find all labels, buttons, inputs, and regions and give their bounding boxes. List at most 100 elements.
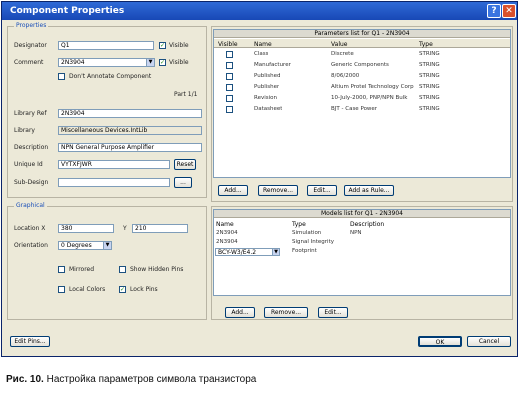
designator-field[interactable]: Q1 (58, 41, 154, 50)
reset-button[interactable]: Reset (174, 159, 196, 170)
library-field: Miscellaneous Devices.IntLib (58, 126, 202, 135)
model-name: 2N3904 (216, 239, 238, 245)
description-field[interactable]: NPN General Purpose Amplifier (58, 143, 202, 152)
param-value: 10-July-2000, PNP/NPN Bulk (331, 95, 408, 101)
parameters-list: Parameters list for Q1 - 2N3904 Visible … (213, 29, 511, 178)
column-header-type[interactable]: Type (292, 221, 306, 228)
param-name: Class (254, 51, 269, 57)
param-value: Generic Components (331, 62, 389, 68)
footprint-chevron-down-icon[interactable]: ▼ (272, 248, 280, 256)
library-ref-label: Library Ref (14, 110, 47, 117)
chevron-down-icon[interactable]: ▼ (146, 58, 155, 67)
orientation-chevron-down-icon[interactable]: ▼ (103, 241, 112, 250)
column-header-type[interactable]: Type (419, 41, 433, 48)
subdesign-label: Sub-Design (14, 179, 49, 186)
figure-caption: Рис. 10. Настройка параметров символа тр… (6, 374, 256, 385)
designator-visible-label: Visible (169, 42, 189, 49)
param-type: STRING (419, 62, 440, 68)
column-header-name[interactable]: Name (216, 221, 234, 228)
close-icon[interactable]: ✕ (502, 4, 516, 18)
comment-field[interactable]: 2N3904 (58, 58, 154, 67)
param-type: STRING (419, 73, 440, 79)
window-title: Component Properties (10, 6, 125, 16)
unique-id-label: Unique Id (14, 161, 43, 168)
library-label: Library (14, 127, 35, 134)
param-visible-checkbox[interactable] (226, 106, 233, 113)
figure-caption-label: Рис. 10. (6, 374, 44, 385)
param-add-as-rule-button[interactable]: Add as Rule... (344, 185, 394, 196)
param-type: STRING (419, 95, 440, 101)
model-description: NPN (350, 230, 362, 236)
param-value: BJT - Case Power (331, 106, 378, 112)
library-ref-field[interactable]: 2N3904 (58, 109, 202, 118)
dont-annotate-label: Don't Annotate Component (69, 73, 152, 80)
param-name: Published (254, 73, 281, 79)
dont-annotate-checkbox[interactable] (58, 73, 65, 80)
ok-button[interactable]: OK (418, 336, 462, 347)
parameters-title: Parameters list for Q1 - 2N3904 (214, 30, 510, 38)
show-hidden-pins-checkbox[interactable] (119, 266, 126, 273)
param-value: Discrete (331, 51, 354, 57)
footprint-select[interactable]: BCY-W3/E4.2 (215, 248, 278, 256)
column-header-description[interactable]: Description (350, 221, 384, 228)
param-visible-checkbox[interactable] (226, 95, 233, 102)
designator-visible-checkbox[interactable]: ✓ (159, 42, 166, 49)
models-title: Models list for Q1 - 2N3904 (214, 210, 510, 218)
column-header-value[interactable]: Value (331, 41, 347, 48)
cancel-button[interactable]: Cancel (467, 336, 511, 347)
lock-pins-checkbox[interactable]: ✓ (119, 286, 126, 293)
mirrored-label: Mirrored (69, 266, 95, 273)
subdesign-field[interactable] (58, 178, 170, 187)
param-visible-checkbox[interactable] (226, 51, 233, 58)
orientation-label: Orientation (14, 242, 48, 249)
column-header-name[interactable]: Name (254, 41, 272, 48)
model-type: Footprint (292, 248, 317, 254)
param-value: Altium Protel Technology Corp (331, 84, 414, 90)
location-x-label: Location X (14, 225, 46, 232)
mirrored-checkbox[interactable] (58, 266, 65, 273)
param-visible-checkbox[interactable] (226, 73, 233, 80)
figure-caption-text: Настройка параметров символа транзистора (46, 374, 257, 385)
column-header-visible[interactable]: Visible (218, 41, 238, 48)
location-y-label: Y (123, 225, 127, 232)
param-value: 8/06/2000 (331, 73, 360, 79)
help-icon[interactable]: ? (487, 4, 501, 18)
param-type: STRING (419, 84, 440, 90)
model-type: Simulation (292, 230, 322, 236)
graphical-group-title: Graphical (14, 202, 47, 209)
location-y-field[interactable]: 210 (132, 224, 188, 233)
local-colors-checkbox[interactable] (58, 286, 65, 293)
param-name: Publisher (254, 84, 280, 90)
param-name: Revision (254, 95, 277, 101)
model-add-button[interactable]: Add... (225, 307, 255, 318)
param-name: Manufacturer (254, 62, 291, 68)
component-properties-dialog: Component Properties ? ✕ Properties Desi… (1, 1, 518, 357)
param-edit-button[interactable]: Edit... (307, 185, 337, 196)
param-add-button[interactable]: Add... (218, 185, 248, 196)
models-list: Models list for Q1 - 2N3904 Name Type De… (213, 209, 511, 296)
comment-visible-checkbox[interactable]: ✓ (159, 59, 166, 66)
model-type: Signal Integrity (292, 239, 334, 245)
subdesign-browse-button[interactable]: ... (174, 177, 192, 188)
designator-label: Designator (14, 42, 47, 49)
param-name: Datasheet (254, 106, 283, 112)
show-hidden-pins-label: Show Hidden Pins (130, 266, 184, 273)
description-label: Description (14, 144, 49, 151)
param-visible-checkbox[interactable] (226, 62, 233, 69)
edit-pins-button[interactable]: Edit Pins... (10, 336, 50, 347)
comment-label: Comment (14, 59, 44, 66)
model-edit-button[interactable]: Edit... (318, 307, 348, 318)
model-remove-button[interactable]: Remove... (264, 307, 308, 318)
part-indicator: Part 1/1 (174, 91, 198, 98)
param-type: STRING (419, 106, 440, 112)
param-visible-checkbox[interactable] (226, 84, 233, 91)
unique-id-field[interactable]: VYTXFJWR (58, 160, 170, 169)
local-colors-label: Local Colors (69, 286, 106, 293)
lock-pins-label: Lock Pins (130, 286, 158, 293)
param-type: STRING (419, 51, 440, 57)
model-name: 2N3904 (216, 230, 238, 236)
location-x-field[interactable]: 380 (58, 224, 114, 233)
properties-group-title: Properties (14, 22, 49, 29)
title-bar: Component Properties ? ✕ (2, 2, 517, 20)
param-remove-button[interactable]: Remove... (258, 185, 298, 196)
